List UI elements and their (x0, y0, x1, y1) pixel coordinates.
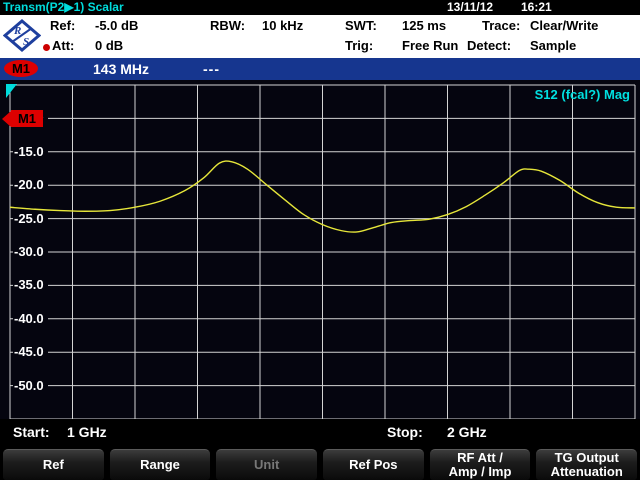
marker-arrow-icon (2, 111, 11, 127)
softkey-rf-att-amp-imp[interactable]: RF Att /Amp / Imp (430, 449, 531, 480)
analyzer-screen: Transm(P2▶1) Scalar 13/11/12 16:21 R S R… (0, 0, 640, 480)
softkey-label: RF Att / (457, 451, 503, 465)
trace-label: Trace: (482, 18, 520, 33)
softkey-tg-output-attenuation[interactable]: TG OutputAttenuation (536, 449, 637, 480)
softkey-label: Ref Pos (349, 458, 397, 472)
detect-label: Detect: (467, 38, 511, 53)
softkey-ref[interactable]: Ref (3, 449, 104, 480)
rohde-schwarz-logo-icon: R S (3, 19, 41, 57)
detect-value: Sample (530, 38, 576, 53)
trace-plot: S12 (fcal?) Mag -10.0-15.0-20.0-25.0-30.… (0, 80, 640, 419)
settings-header: R S Ref: -5.0 dB Att: 0 dB RBW: 10 kHz S… (0, 15, 640, 58)
y-axis-label: -50.0 (13, 378, 48, 394)
start-label: Start: (13, 423, 50, 441)
marker-flag-label: M1 (11, 110, 43, 127)
attenuator-status-dot-icon (43, 44, 50, 51)
marker-frequency: 143 MHz (93, 60, 149, 78)
y-axis-label: -25.0 (13, 211, 48, 227)
start-value: 1 GHz (67, 423, 107, 441)
y-axis-label: -45.0 (13, 344, 48, 360)
softkey-bar: RefRangeUnitRef PosRF Att /Amp / ImpTG O… (0, 447, 640, 480)
marker-m1-flag[interactable]: M1 (2, 110, 43, 127)
y-axis-label: -20.0 (13, 177, 48, 193)
softkey-range[interactable]: Range (110, 449, 211, 480)
title-bar: Transm(P2▶1) Scalar 13/11/12 16:21 (0, 0, 640, 15)
marker-badge[interactable]: M1 (4, 60, 38, 77)
svg-text:R: R (13, 25, 21, 37)
softkey-label: Unit (254, 458, 279, 472)
svg-text:S: S (23, 36, 29, 48)
trig-label: Trig: (345, 38, 373, 53)
swt-label: SWT: (345, 18, 377, 33)
softkey-label: TG Output (555, 451, 619, 465)
softkey-label: Range (140, 458, 180, 472)
stop-label: Stop: (387, 423, 423, 441)
trace-value: Clear/Write (530, 18, 598, 33)
trace-mode-label: S12 (fcal?) Mag (535, 87, 630, 102)
rbw-label: RBW: (210, 18, 245, 33)
measurement-title: Transm(P2▶1) Scalar (3, 0, 124, 15)
marker-value: --- (203, 60, 220, 78)
date-display: 13/11/12 (447, 0, 493, 15)
stop-value: 2 GHz (447, 423, 487, 441)
att-value: 0 dB (95, 38, 123, 53)
ref-value: -5.0 dB (95, 18, 138, 33)
y-axis-label: -15.0 (13, 144, 48, 160)
y-axis-label: -30.0 (13, 244, 48, 260)
softkey-label: Attenuation (551, 465, 623, 479)
att-label: Att: (52, 38, 74, 53)
frequency-bar: Start: 1 GHz Stop: 2 GHz (0, 419, 640, 447)
trig-value: Free Run (402, 38, 458, 53)
softkey-label: Amp / Imp (449, 465, 512, 479)
rbw-value: 10 kHz (262, 18, 303, 33)
softkey-ref-pos[interactable]: Ref Pos (323, 449, 424, 480)
y-axis-label: -40.0 (13, 311, 48, 327)
softkey-unit: Unit (216, 449, 317, 480)
ref-label: Ref: (50, 18, 75, 33)
sweep-start-corner-icon (6, 84, 17, 98)
marker-bar: M1 143 MHz --- (0, 58, 640, 80)
swt-value: 125 ms (402, 18, 446, 33)
grid-and-trace-canvas (0, 80, 640, 419)
time-display: 16:21 (521, 0, 552, 15)
softkey-label: Ref (43, 458, 64, 472)
y-axis-label: -35.0 (13, 277, 48, 293)
